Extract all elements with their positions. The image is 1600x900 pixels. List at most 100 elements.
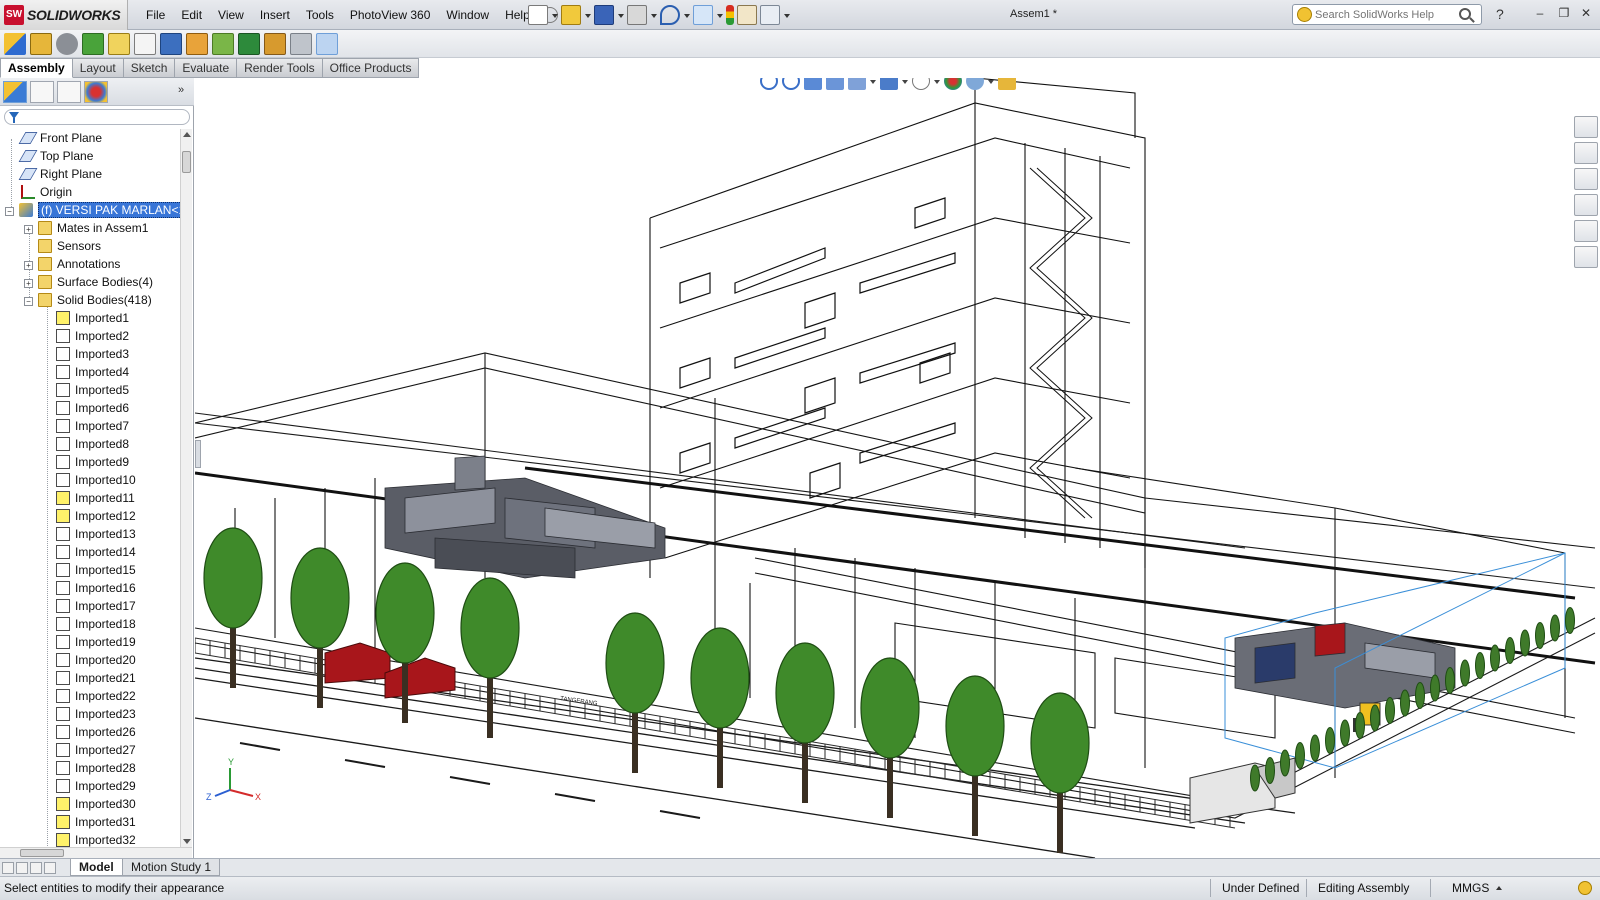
menu-view[interactable]: View (210, 0, 252, 30)
tree-item-solid-bodies[interactable]: − Solid Bodies(418) (24, 291, 152, 309)
tree-item-body[interactable]: Imported14 (56, 543, 136, 561)
scroll-up-icon[interactable] (183, 132, 191, 137)
smart-fasteners-icon[interactable] (56, 33, 78, 55)
solidworks-resources-icon[interactable] (1574, 116, 1598, 138)
tab-layout[interactable]: Layout (72, 58, 124, 78)
bill-of-materials-icon[interactable] (238, 33, 260, 55)
filter-icon[interactable] (9, 112, 19, 123)
tree-item-body[interactable]: Imported27 (56, 741, 136, 759)
new-motion-study-icon[interactable] (212, 33, 234, 55)
apply-scene-icon[interactable] (966, 78, 984, 90)
section-view-icon[interactable] (826, 78, 844, 90)
file-explorer-icon[interactable] (1574, 168, 1598, 190)
undo-icon[interactable] (660, 5, 680, 25)
tree-item-body[interactable]: Imported23 (56, 705, 136, 723)
tree-item-mates[interactable]: + Mates in Assem1 (24, 219, 148, 237)
units-dropdown-arrow[interactable] (1496, 886, 1502, 890)
options-dropdown-arrow[interactable] (783, 5, 790, 25)
tree-item-body[interactable]: Imported31 (56, 813, 136, 831)
menu-tools[interactable]: Tools (298, 0, 342, 30)
help-icon[interactable]: ? (1496, 6, 1504, 22)
design-library-icon[interactable] (1574, 142, 1598, 164)
menu-insert[interactable]: Insert (252, 0, 298, 30)
zoom-to-fit-icon[interactable] (760, 78, 778, 90)
apply-scene-dropdown[interactable] (988, 78, 994, 90)
tree-item-body[interactable]: Imported28 (56, 759, 136, 777)
scrollbar-thumb[interactable] (182, 151, 191, 173)
next-tab-icon[interactable] (30, 862, 42, 874)
insert-components-icon[interactable] (4, 33, 26, 55)
tab-office-products[interactable]: Office Products (322, 58, 420, 78)
tree-item-body[interactable]: Imported1 (56, 309, 129, 327)
unit-system-selector[interactable]: MMGS (1452, 881, 1489, 895)
tree-item-body[interactable]: Imported22 (56, 687, 136, 705)
appearances-scenes-icon[interactable] (1574, 220, 1598, 242)
select-cursor-icon[interactable] (693, 5, 713, 25)
search-icon[interactable] (1459, 8, 1471, 20)
select-dropdown-arrow[interactable] (716, 5, 723, 25)
previous-view-icon[interactable] (804, 78, 822, 90)
tree-item-body[interactable]: Imported2 (56, 327, 129, 345)
tree-item-body[interactable]: Imported18 (56, 615, 136, 633)
print-icon[interactable] (627, 5, 647, 25)
tree-item-body[interactable]: Imported11 (56, 489, 135, 507)
save-dropdown-arrow[interactable] (617, 5, 624, 25)
rebuild-status-icon[interactable] (1578, 881, 1592, 895)
tree-item-origin[interactable]: Origin (21, 183, 72, 201)
reference-geometry-icon[interactable] (186, 33, 208, 55)
expand-toggle[interactable]: + (24, 225, 33, 234)
assembly-features-icon[interactable] (160, 33, 182, 55)
tree-filter-box[interactable] (4, 109, 190, 125)
tree-item-body[interactable]: Imported13 (56, 525, 136, 543)
tree-item-body[interactable]: Imported10 (56, 471, 136, 489)
display-style-icon[interactable] (880, 78, 898, 90)
show-hidden-icon[interactable] (134, 33, 156, 55)
tree-item-body[interactable]: Imported30 (56, 795, 136, 813)
scrollbar-thumb[interactable] (20, 849, 64, 857)
tree-item-body[interactable]: Imported15 (56, 561, 136, 579)
last-tab-icon[interactable] (44, 862, 56, 874)
tree-item-body[interactable]: Imported6 (56, 399, 129, 417)
first-tab-icon[interactable] (2, 862, 14, 874)
view-orientation-icon[interactable] (848, 78, 866, 90)
menu-photoview-360[interactable]: PhotoView 360 (342, 0, 439, 30)
tree-item-front-plane[interactable]: Front Plane (18, 129, 102, 147)
hide-show-dropdown[interactable] (934, 78, 940, 90)
menu-file[interactable]: File (138, 0, 173, 30)
tree-item-body[interactable]: Imported12 (56, 507, 136, 525)
tab-assembly[interactable]: Assembly (0, 58, 73, 78)
tree-item-body[interactable]: Imported21 (56, 669, 136, 687)
minimize-button[interactable]: – (1532, 6, 1548, 20)
tab-evaluate[interactable]: Evaluate (175, 58, 238, 78)
custom-properties-icon[interactable] (1574, 246, 1598, 268)
restore-button[interactable]: ❐ (1556, 6, 1572, 20)
view-palette-icon[interactable] (1574, 194, 1598, 216)
display-style-dropdown[interactable] (902, 78, 908, 90)
explode-line-sketch-icon[interactable] (290, 33, 312, 55)
save-icon[interactable] (594, 5, 614, 25)
tree-item-body[interactable]: Imported26 (56, 723, 136, 741)
exploded-view-icon[interactable] (264, 33, 286, 55)
expand-panel-icon[interactable]: » (178, 84, 184, 96)
tree-item-surface-bodies[interactable]: + Surface Bodies(4) (24, 273, 153, 291)
search-input[interactable] (1315, 6, 1455, 23)
assembly-model-view[interactable]: TANGERANG Y X Z (195, 78, 1600, 858)
tree-item-right-plane[interactable]: Right Plane (18, 165, 102, 183)
tree-item-body[interactable]: Imported16 (56, 579, 136, 597)
tree-item-top-plane[interactable]: Top Plane (18, 147, 93, 165)
tree-horizontal-scrollbar[interactable] (0, 847, 192, 858)
expand-toggle[interactable]: + (24, 261, 33, 270)
view-orientation-dropdown[interactable] (870, 78, 876, 90)
featuremanager-tree-tab-icon[interactable] (3, 81, 27, 103)
tab-sketch[interactable]: Sketch (123, 58, 176, 78)
linear-pattern-icon[interactable] (82, 33, 104, 55)
tree-item-body[interactable]: Imported29 (56, 777, 136, 795)
tree-item-body[interactable]: Imported3 (56, 345, 129, 363)
scroll-down-icon[interactable] (183, 839, 191, 844)
mate-icon[interactable] (30, 33, 52, 55)
tree-vertical-scrollbar[interactable] (180, 129, 192, 847)
tab-render-tools[interactable]: Render Tools (237, 58, 323, 78)
tree-item-sensors[interactable]: Sensors (38, 237, 101, 255)
panel-collapse-handle[interactable] (195, 440, 201, 468)
tree-item-annotations[interactable]: + Annotations (24, 255, 120, 273)
